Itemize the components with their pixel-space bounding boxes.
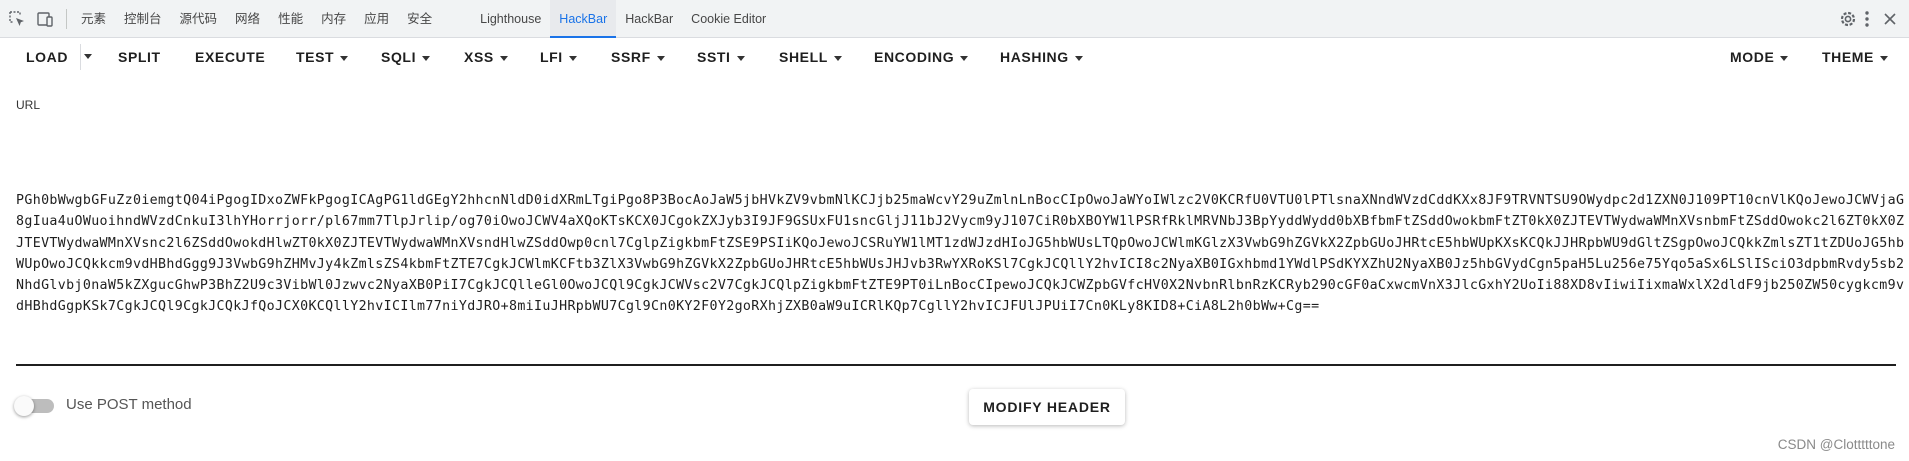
tab-network[interactable]: 网络 xyxy=(226,0,269,38)
gear-icon[interactable] xyxy=(1838,9,1858,29)
load-split-divider xyxy=(80,44,81,70)
url-underline xyxy=(16,364,1896,366)
sqli-menu[interactable]: SQLI xyxy=(381,40,431,74)
tab-memory[interactable]: 内存 xyxy=(312,0,355,38)
tab-console[interactable]: 控制台 xyxy=(115,0,171,38)
xss-menu-label: XSS xyxy=(464,49,494,65)
post-method-toggle[interactable] xyxy=(14,396,54,416)
ssrf-menu-label: SSRF xyxy=(611,49,651,65)
lfi-menu-label: LFI xyxy=(540,49,563,65)
chevron-down-icon xyxy=(656,55,665,61)
chevron-down-icon xyxy=(1074,55,1083,61)
split-button[interactable]: SPLIT xyxy=(118,40,161,74)
hashing-menu[interactable]: HASHING xyxy=(1000,40,1083,74)
mode-menu[interactable]: MODE xyxy=(1730,40,1789,74)
encoding-menu[interactable]: ENCODING xyxy=(874,40,969,74)
ssti-menu-label: SSTI xyxy=(697,49,731,65)
url-textarea[interactable]: PGh0bWwgbGFuZz0iemgtQ04iPgogIDxoZWFkPgog… xyxy=(16,190,1904,318)
chevron-down-icon xyxy=(1880,55,1888,61)
chevron-down-icon xyxy=(833,55,842,61)
hackbar-menu: LOAD SPLIT EXECUTE TEST SQLI XSS LFI SSR… xyxy=(0,40,1909,74)
tab-security[interactable]: 安全 xyxy=(398,0,441,38)
toolbar-divider xyxy=(66,9,67,29)
tab-sources[interactable]: 源代码 xyxy=(171,0,227,38)
chevron-down-icon xyxy=(422,55,431,61)
chevron-down-icon xyxy=(568,55,577,61)
post-method-label: Use POST method xyxy=(66,396,192,413)
devtools-toolbar: 元素 控制台 源代码 网络 性能 内存 应用 安全 Lighthouse Hac… xyxy=(0,0,1909,38)
devtools-tabs: 元素 控制台 源代码 网络 性能 内存 应用 安全 Lighthouse Hac… xyxy=(72,0,775,38)
tab-cookie-editor[interactable]: Cookie Editor xyxy=(682,0,775,38)
tab-lighthouse[interactable]: Lighthouse xyxy=(471,0,550,38)
chevron-down-icon xyxy=(499,55,508,61)
url-label: URL xyxy=(16,98,41,112)
chevron-down-icon xyxy=(736,55,745,61)
encoding-menu-label: ENCODING xyxy=(874,49,955,65)
close-icon[interactable] xyxy=(1880,9,1900,29)
chevron-down-icon xyxy=(340,55,349,61)
chevron-down-icon xyxy=(1780,55,1789,61)
mode-menu-label: MODE xyxy=(1730,49,1775,65)
ssti-menu[interactable]: SSTI xyxy=(697,40,745,74)
shell-menu[interactable]: SHELL xyxy=(779,40,842,74)
tab-performance[interactable]: 性能 xyxy=(269,0,312,38)
theme-menu-label: THEME xyxy=(1822,49,1874,65)
modify-header-button[interactable]: MODIFY HEADER xyxy=(969,389,1125,425)
watermark: CSDN @Clotttttone xyxy=(1777,437,1895,452)
inspect-element-icon[interactable] xyxy=(8,10,26,28)
tab-application[interactable]: 应用 xyxy=(355,0,398,38)
lfi-menu[interactable]: LFI xyxy=(540,40,577,74)
load-button[interactable]: LOAD xyxy=(26,40,68,74)
test-menu-label: TEST xyxy=(296,49,335,65)
hashing-menu-label: HASHING xyxy=(1000,49,1069,65)
tab-hackbar[interactable]: HackBar xyxy=(616,0,682,38)
toggle-knob xyxy=(14,396,34,416)
chevron-down-icon xyxy=(960,55,969,61)
tab-hackbar-active[interactable]: HackBar xyxy=(550,0,617,38)
sqli-menu-label: SQLI xyxy=(381,49,417,65)
device-toggle-icon[interactable] xyxy=(36,10,54,28)
ssrf-menu[interactable]: SSRF xyxy=(611,40,665,74)
test-menu[interactable]: TEST xyxy=(296,40,349,74)
more-vertical-icon[interactable] xyxy=(1860,9,1874,29)
shell-menu-label: SHELL xyxy=(779,49,828,65)
theme-menu[interactable]: THEME xyxy=(1822,40,1888,74)
tab-elements[interactable]: 元素 xyxy=(72,0,115,38)
xss-menu[interactable]: XSS xyxy=(464,40,508,74)
load-dropdown-chevron-icon[interactable] xyxy=(84,54,92,59)
execute-button[interactable]: EXECUTE xyxy=(195,40,265,74)
